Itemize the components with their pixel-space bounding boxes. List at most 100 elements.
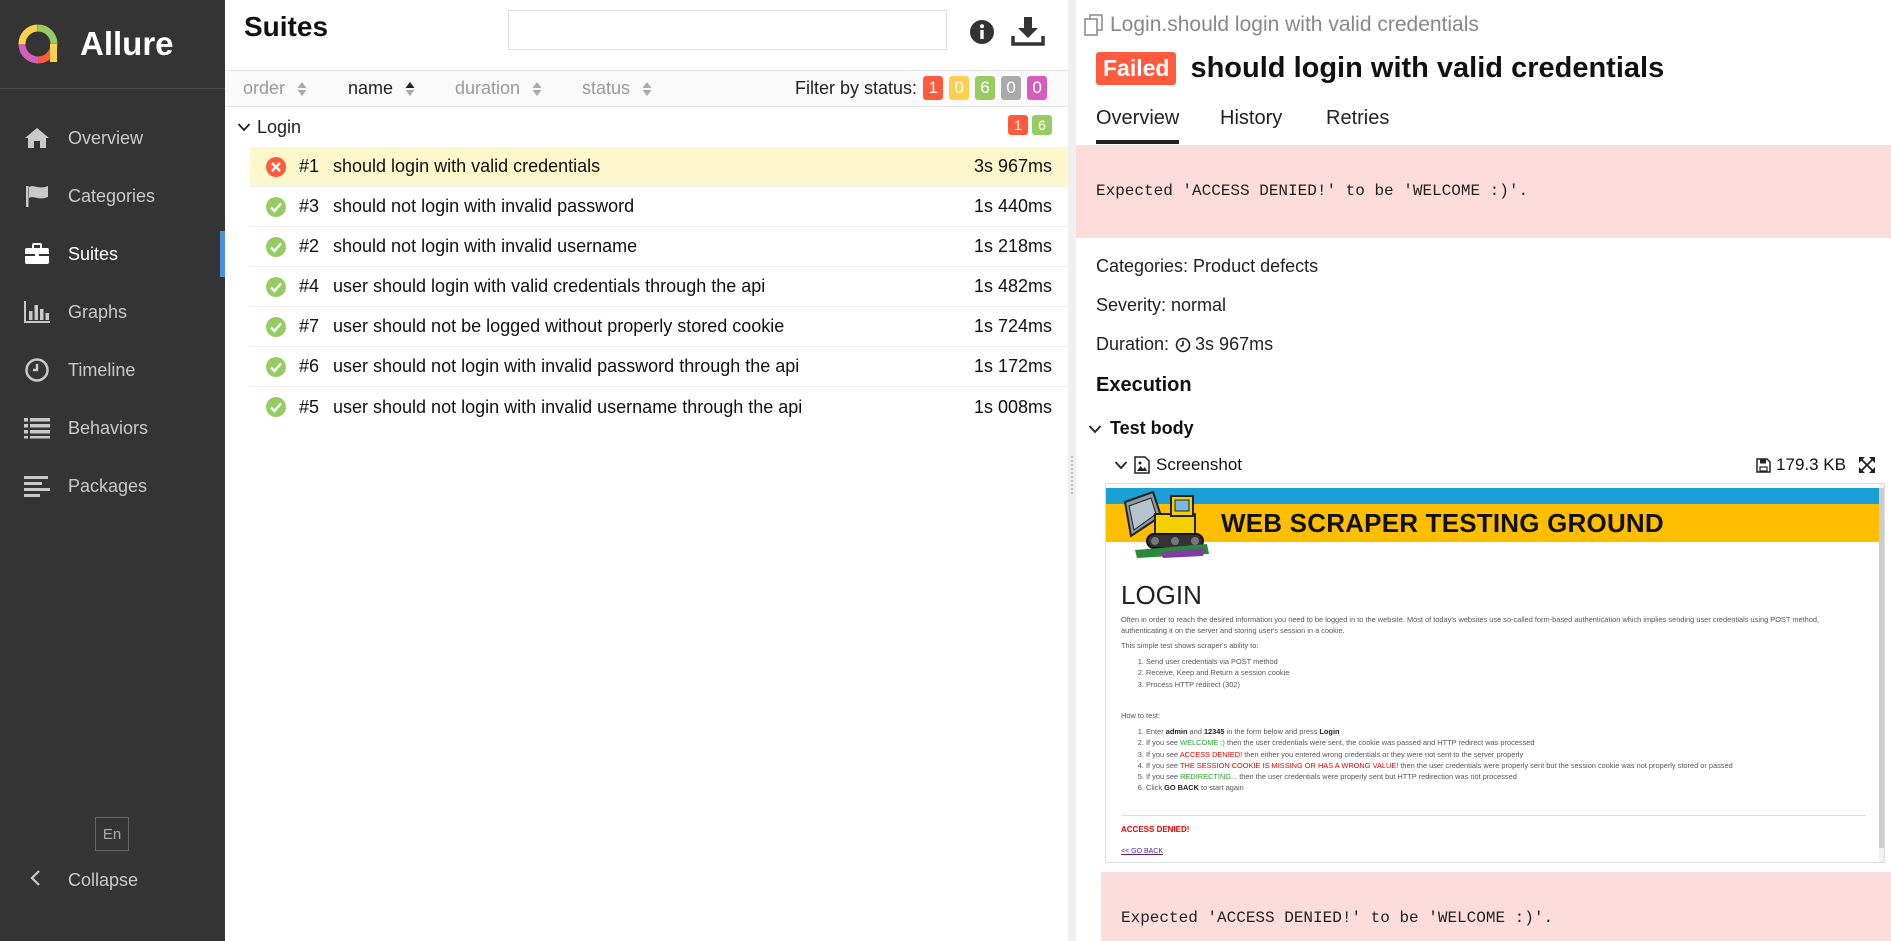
sidebar-item-categories[interactable]: Categories (0, 167, 225, 225)
image-file-icon (1134, 456, 1150, 474)
suites-header: Suites (225, 0, 1068, 70)
status-badge: Failed (1096, 52, 1177, 85)
search-input[interactable] (508, 10, 947, 50)
sidebar-item-suites[interactable]: Suites (0, 225, 225, 283)
sidebar-item-label: Graphs (68, 301, 128, 322)
info-icon[interactable] (968, 18, 996, 46)
sort-arrows-icon (405, 81, 415, 96)
passed-status-icon (266, 196, 286, 217)
sidebar-item-label: Suites (68, 243, 119, 264)
screenshot-attachment: WEB SCRAPER TESTING GROUND LOGIN Often i… (1105, 483, 1885, 863)
test-row[interactable]: #7 user should not be logged without pro… (250, 307, 1068, 347)
test-row[interactable]: #3 should not login with invalid passwor… (250, 187, 1068, 227)
failed-count-badge: 1 (1008, 115, 1028, 135)
copy-icon[interactable] (1084, 14, 1104, 36)
language-selector[interactable]: En (95, 817, 129, 851)
test-body-toggle[interactable]: Test body (1088, 418, 1194, 439)
attachment-row[interactable]: Screenshot 179.3 KB (1114, 453, 1876, 477)
test-name: should login with valid credentials (333, 156, 601, 176)
clock-icon (22, 355, 52, 385)
sidebar-item-behaviors[interactable]: Behaviors (0, 399, 225, 457)
chevron-down-icon (1114, 461, 1128, 470)
sort-order[interactable]: order (243, 78, 307, 99)
screenshot-steps-list: Enter admin and 12345 in the form below … (1138, 726, 1733, 794)
screenshot-simple-test: This simple test shows scraper's ability… (1121, 641, 1259, 650)
sort-duration[interactable]: duration (455, 78, 542, 99)
test-number: #7 (299, 316, 320, 336)
test-name: user should not login with invalid usern… (333, 396, 803, 417)
test-body-label: Test body (1110, 418, 1194, 438)
status-filter: Filter by status: 1 0 6 0 0 (795, 76, 1048, 100)
filter-passed-toggle[interactable]: 6 (975, 76, 996, 100)
test-row[interactable]: #2 should not login with invalid usernam… (250, 227, 1068, 267)
expand-icon[interactable] (1858, 456, 1876, 474)
filter-unknown-toggle[interactable]: 0 (1027, 76, 1048, 100)
list-item: If you see REDIRECTING... then the user … (1146, 771, 1733, 782)
test-number: #6 (299, 356, 320, 376)
home-icon (22, 123, 52, 153)
screenshot-stripe (1106, 488, 1884, 504)
test-duration: 3s 967ms (973, 156, 1052, 176)
page-title: Suites (244, 11, 329, 42)
sidebar-nav: Overview Categories Suites Graphs Timeli… (0, 109, 225, 515)
sidebar-item-packages[interactable]: Packages (0, 457, 225, 515)
drag-handle-icon[interactable] (1070, 455, 1074, 495)
filter-failed-toggle[interactable]: 1 (923, 76, 944, 100)
sort-label: name (348, 78, 394, 98)
filter-label: Filter by status: (795, 77, 918, 98)
test-name: user should login with valid credentials… (333, 276, 766, 296)
duration-row: Duration: 3s 967ms (1096, 334, 1273, 355)
sort-label: duration (455, 78, 521, 98)
passed-status-icon (266, 316, 286, 337)
sidebar-item-label: Behaviors (68, 417, 149, 438)
test-row[interactable]: #5 user should not login with invalid us… (250, 387, 1068, 427)
sidebar-item-graphs[interactable]: Graphs (0, 283, 225, 341)
suite-name: Login (257, 116, 302, 137)
filter-skipped-toggle[interactable]: 0 (1001, 76, 1022, 100)
screenshot-intro: Often in order to reach the desired info… (1121, 615, 1820, 635)
duration-value: 3s 967ms (1195, 334, 1274, 354)
passed-status-icon (266, 356, 286, 377)
tab-overview[interactable]: Overview (1096, 107, 1180, 144)
sidebar-item-label: Timeline (68, 359, 136, 380)
test-name: should not login with invalid username (333, 236, 638, 256)
test-number: #5 (299, 396, 320, 417)
sort-name[interactable]: name (348, 78, 415, 99)
test-duration: 1s 172ms (973, 356, 1052, 376)
tab-retries[interactable]: Retries (1326, 107, 1389, 140)
sort-status[interactable]: status (582, 78, 652, 99)
screenshot-scrollbar[interactable] (1879, 484, 1884, 862)
sort-bar: order name duration status Filter by sta… (225, 70, 1068, 107)
test-row[interactable]: #6 user should not login with invalid pa… (250, 347, 1068, 387)
pane-splitter[interactable] (1068, 0, 1076, 941)
attachment-size: 179.3 KB (1756, 455, 1846, 475)
test-full-path: Login.should login with valid credential… (1084, 13, 1479, 37)
test-detail-pane: Login.should login with valid credential… (1076, 0, 1891, 941)
collapse-label: Collapse (68, 869, 139, 890)
test-row[interactable]: #1 should login with valid credentials 3… (250, 147, 1068, 187)
tab-history[interactable]: History (1220, 107, 1282, 140)
test-name: should not login with invalid password (333, 196, 635, 216)
suite-group-login[interactable]: Login 1 6 (225, 107, 1068, 147)
scrollbar-thumb[interactable] (1879, 488, 1884, 848)
list-item: If you see THE SESSION COOKIE IS MISSING… (1146, 760, 1733, 771)
brand[interactable]: Allure (0, 0, 225, 89)
chevron-down-icon (1088, 424, 1102, 433)
test-list: #1 should login with valid credentials 3… (225, 147, 1068, 427)
download-icon[interactable] (1011, 16, 1045, 46)
sort-arrows-icon (532, 81, 542, 96)
filter-broken-toggle[interactable]: 0 (949, 76, 970, 100)
test-duration: 1s 724ms (973, 316, 1052, 336)
test-duration: 1s 008ms (973, 396, 1052, 417)
severity-text: Severity: normal (1096, 295, 1227, 315)
screenshot-access-denied: ACCESS DENIED! (1121, 825, 1190, 834)
collapse-button[interactable]: Collapse (26, 863, 138, 897)
list-item: If you see ACCESS DENIED! then either yo… (1146, 749, 1733, 760)
list-icon (22, 413, 52, 443)
screenshot-banner-text: WEB SCRAPER TESTING GROUND (1221, 508, 1664, 538)
sidebar-item-timeline[interactable]: Timeline (0, 341, 225, 399)
sidebar-item-overview[interactable]: Overview (0, 109, 225, 167)
list-item: Send user credentials via POST method (1146, 656, 1289, 667)
bar-chart-icon (22, 297, 52, 327)
test-row[interactable]: #4 user should login with valid credenti… (250, 267, 1068, 307)
